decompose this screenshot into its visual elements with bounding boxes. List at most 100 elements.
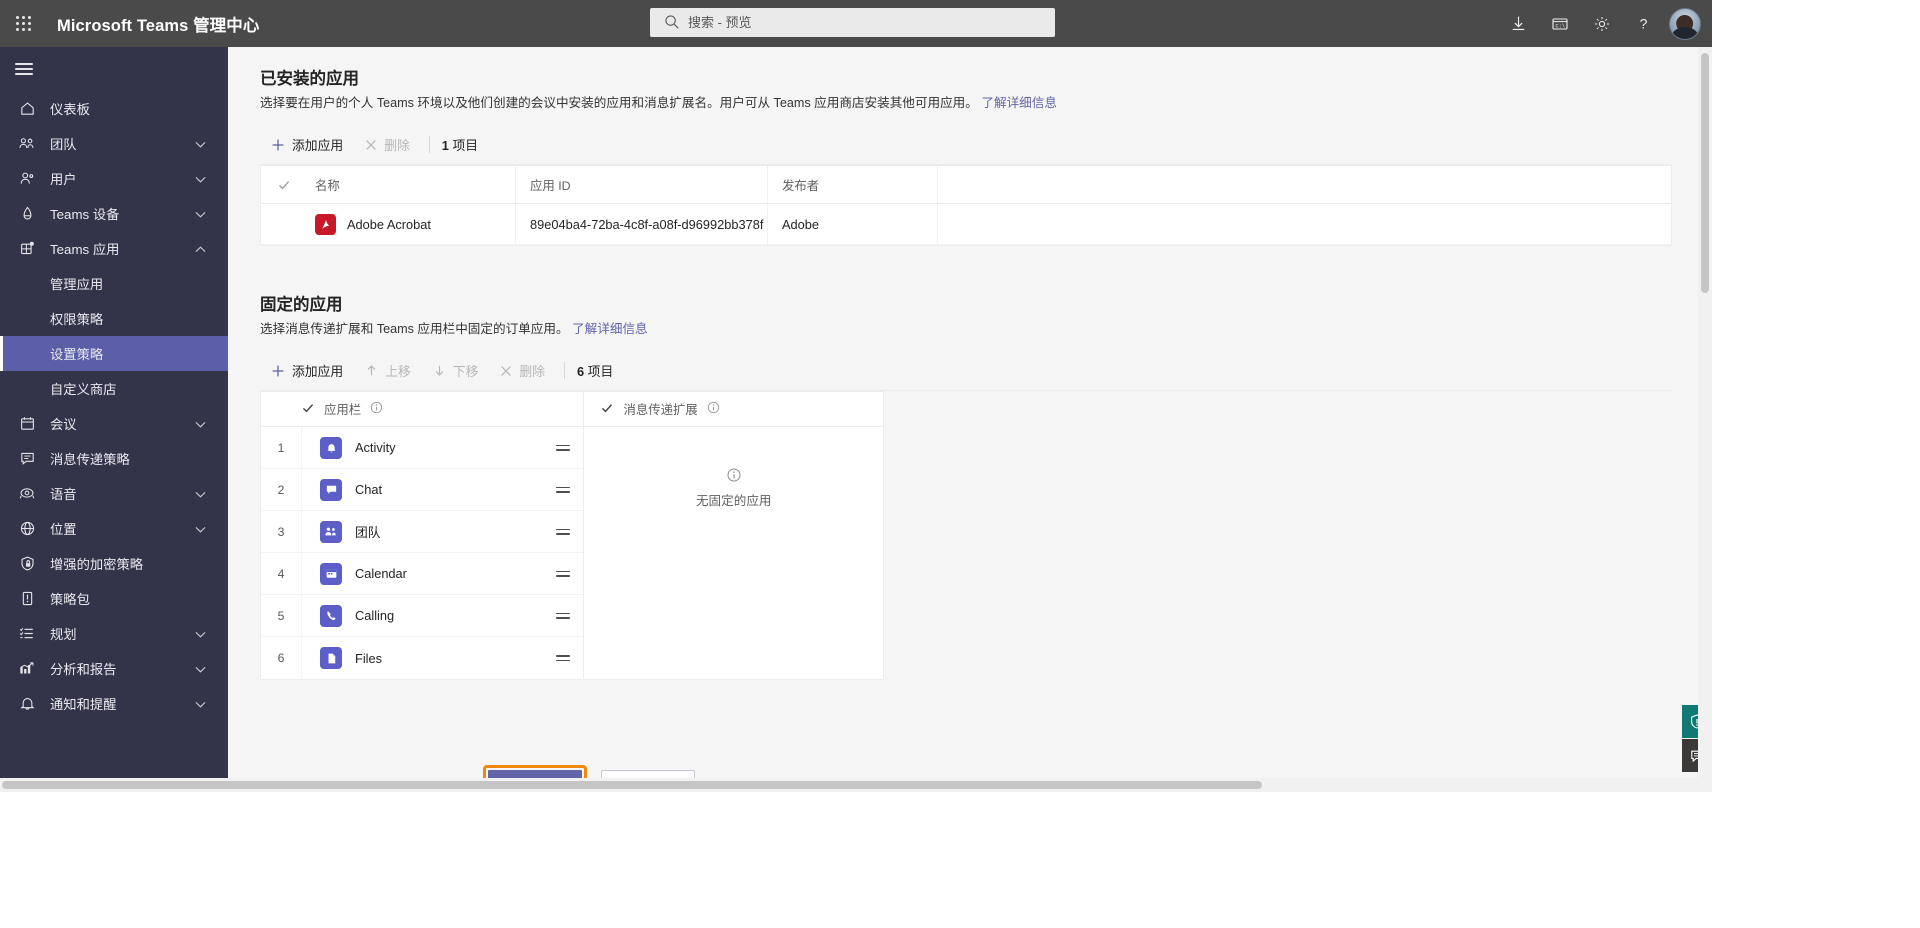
chevron-down-icon[interactable] [195, 206, 206, 221]
drag-handle-icon[interactable] [543, 610, 583, 622]
arrow-up-icon [365, 364, 378, 377]
chevron-up-icon[interactable] [195, 241, 206, 256]
chevron-down-icon[interactable] [195, 486, 206, 501]
sidebar-item-7[interactable]: 设置策略 [0, 336, 228, 371]
installed-apps-count-value: 1 [441, 138, 449, 154]
list-item[interactable]: 5 Calling [261, 595, 584, 638]
sidebar-item-3[interactable]: Teams 设备 [0, 196, 228, 231]
info-icon[interactable] [370, 401, 383, 417]
main-content: 已安装的应用 选择要在用户的个人 Teams 环境以及他们创建的会议中安装的应用… [228, 47, 1712, 792]
file-icon [320, 647, 342, 670]
help-icon[interactable]: ? [1623, 0, 1665, 47]
avatar[interactable] [1669, 7, 1701, 40]
app-bar-select-all-checkbox[interactable] [301, 401, 315, 418]
sidebar-item-11[interactable]: 语音 [0, 476, 228, 511]
installed-apps-description-text: 选择要在用户的个人 Teams 环境以及他们创建的会议中安装的应用和消息扩展名。… [260, 96, 978, 110]
messaging-ext-select-all-checkbox[interactable] [600, 401, 614, 418]
sidebar-item-15[interactable]: 规划 [0, 616, 228, 651]
download-icon[interactable] [1497, 0, 1539, 47]
chevron-down-icon[interactable] [195, 171, 206, 186]
chevron-down-icon[interactable] [195, 626, 206, 641]
chevron-down-icon[interactable] [195, 136, 206, 151]
close-icon [365, 139, 377, 151]
column-header-publisher[interactable]: 发布者 [767, 166, 937, 204]
pinned-apps-count: 6 项目 [573, 361, 613, 380]
list-item[interactable]: 3 团队 [261, 511, 584, 554]
pinned-apps-learn-more-link[interactable]: 了解详细信息 [572, 322, 648, 336]
sidebar-item-8[interactable]: 自定义商店 [0, 371, 228, 406]
installed-apps-description: 选择要在用户的个人 Teams 环境以及他们创建的会议中安装的应用和消息扩展名。… [260, 94, 1672, 112]
plus-icon [271, 138, 285, 152]
table-row[interactable]: Adobe Acrobat 89e04ba4-72ba-4c8f-a08f-d96… [261, 204, 1671, 246]
vertical-scrollbar-thumb[interactable] [1701, 53, 1709, 293]
installed-apps-learn-more-link[interactable]: 了解详细信息 [981, 96, 1057, 110]
pinned-app-label: 团队 [355, 525, 381, 541]
messaging-ext-column-label: 消息传递扩展 [623, 403, 698, 418]
chevron-down-icon[interactable] [195, 696, 206, 711]
sidebar-item-label: 管理应用 [50, 277, 104, 292]
sidebar-item-label: 用户 [50, 172, 77, 187]
gear-icon[interactable] [1581, 0, 1623, 47]
chevron-down-icon[interactable] [195, 416, 206, 431]
bell-icon [14, 695, 40, 712]
pinned-apps-title: 固定的应用 [260, 296, 343, 314]
drag-handle-icon[interactable] [543, 568, 583, 580]
sidebar-item-10[interactable]: 消息传递策略 [0, 441, 228, 476]
delete-button-installed: 删除 [354, 125, 421, 165]
search-input[interactable] [650, 8, 1055, 37]
sidebar-item-1[interactable]: 团队 [0, 126, 228, 161]
home-icon [14, 100, 40, 117]
select-all-checkbox[interactable] [261, 178, 307, 192]
sidebar-item-14[interactable]: 策略包 [0, 581, 228, 616]
drag-handle-icon[interactable] [543, 526, 583, 538]
list-item[interactable]: 2 Chat [261, 469, 584, 512]
sidebar-item-6[interactable]: 权限策略 [0, 301, 228, 336]
sidebar-item-4[interactable]: Teams 应用 [0, 231, 228, 266]
globe-icon [14, 520, 40, 537]
sidebar-item-13[interactable]: 增强的加密策略 [0, 546, 228, 581]
phone-icon [320, 604, 342, 627]
info-icon[interactable] [707, 401, 720, 417]
chevron-down-icon[interactable] [195, 521, 206, 536]
drag-handle-icon[interactable] [543, 484, 583, 496]
cell-filler [937, 204, 1671, 245]
installed-apps-table-header: 名称 应用 ID 发布者 [261, 166, 1671, 205]
people-team-icon [14, 135, 40, 152]
list-item[interactable]: 6 Files [261, 637, 583, 680]
vertical-scrollbar[interactable] [1698, 47, 1712, 792]
sidebar-item-12[interactable]: 位置 [0, 511, 228, 546]
horizontal-scrollbar-thumb[interactable] [2, 781, 1262, 789]
terminal-icon[interactable]: C:\ [1539, 0, 1581, 47]
top-bar-actions: C:\ ? [1497, 0, 1712, 47]
pinned-app-rows: 1 Activity 2 Chat 3 团队 4 Calendar 5 Calling 6 Files [261, 427, 584, 680]
sidebar-item-5[interactable]: 管理应用 [0, 266, 228, 301]
sidebar-item-0[interactable]: 仪表板 [0, 91, 228, 126]
chat-bubble-icon [320, 478, 342, 501]
sidebar-item-label: 规划 [50, 627, 77, 642]
drag-handle-icon[interactable] [543, 442, 583, 454]
sidebar-item-16[interactable]: 分析和报告 [0, 651, 228, 686]
app-bar-column-label: 应用栏 [324, 403, 362, 418]
teams-admin-center-window: Microsoft Teams 管理中心 C:\ [0, 0, 1920, 928]
drag-handle-icon[interactable] [543, 652, 583, 664]
apps-icon [14, 240, 40, 257]
people-team-icon [320, 520, 342, 543]
list-item[interactable]: 4 Calendar [261, 553, 584, 596]
column-header-app-id[interactable]: 应用 ID [515, 166, 767, 204]
column-header-name[interactable]: 名称 [307, 176, 515, 194]
app-launcher-icon[interactable] [0, 0, 47, 47]
installed-apps-section: 已安装的应用 选择要在用户的个人 Teams 环境以及他们创建的会议中安装的应用… [260, 65, 1672, 247]
add-app-button-installed[interactable]: 添加应用 [260, 125, 354, 165]
sidebar-item-2[interactable]: 用户 [0, 161, 228, 196]
sidebar-item-label: 设置策略 [50, 347, 104, 362]
sidebar-item-9[interactable]: 会议 [0, 406, 228, 441]
messaging-extensions-column: 消息传递扩展 无固定的应用 [584, 392, 883, 679]
menu-toggle-icon[interactable] [0, 47, 48, 91]
pinned-app-label: Calendar [355, 566, 407, 582]
list-item[interactable]: 1 Activity [261, 427, 584, 470]
chevron-down-icon[interactable] [195, 661, 206, 676]
sidebar-item-17[interactable]: 通知和提醒 [0, 686, 228, 721]
add-app-button-pinned[interactable]: 添加应用 [260, 351, 354, 391]
pinned-app-name-cell: 团队 [301, 511, 543, 553]
horizontal-scrollbar[interactable] [0, 778, 1712, 792]
